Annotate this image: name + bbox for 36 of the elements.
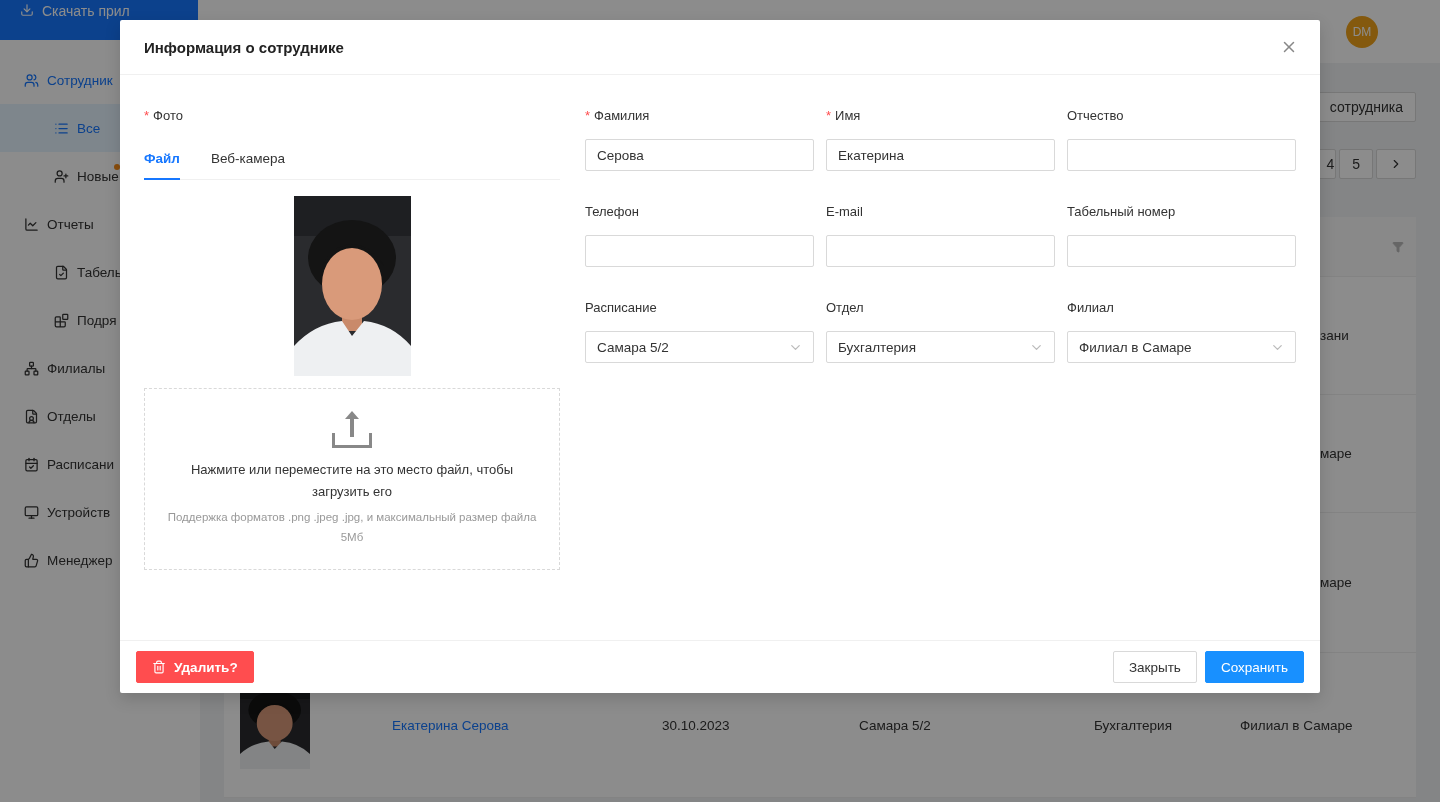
input-field[interactable]: Серова [585, 139, 814, 171]
delete-button[interactable]: Удалить? [136, 651, 254, 683]
select-field[interactable]: Филиал в Самаре [1067, 331, 1296, 363]
select-field[interactable]: Самара 5/2 [585, 331, 814, 363]
table-cell-text: Самара 5/2 [859, 717, 932, 733]
table-cell-text: Бухгалтерия [1094, 717, 1173, 733]
sidebar-item[interactable]: Подря [0, 296, 200, 344]
table-cell-text: зани [1319, 328, 1350, 343]
field-label: Табельный номер [1067, 202, 1177, 221]
tab[interactable]: Веб-камера [210, 139, 285, 180]
field-label: * Фамилия [585, 106, 651, 125]
field-label: * Имя [826, 106, 862, 125]
field-label: * Фото [144, 106, 184, 125]
field-label: E-mail [826, 202, 864, 221]
table-cell-text: 30.10.2023 [662, 717, 731, 733]
upload-instructions: Нажмите или переместите на это место файл, чтобы загрузить его [189, 461, 515, 501]
field-label: Отдел [826, 298, 865, 317]
upload-dropzone[interactable]: Нажмите или переместите на это место файл, чтобы загрузить его Поддержка форматов .png .jpeg .jpg, и максимальный размер файла 5Мб [144, 388, 560, 570]
field-label: Телефон [585, 202, 640, 221]
page-button[interactable]: 5 [1339, 149, 1373, 179]
employee-name-link[interactable]: Екатерина Серова [392, 717, 662, 733]
field-label: Расписание [585, 298, 658, 317]
save-button[interactable]: Сохранить [1204, 651, 1304, 683]
dialog-title: Информация о сотруднике [144, 38, 344, 56]
tab[interactable]: Файл [144, 139, 180, 180]
field-label: Отчество [1067, 106, 1125, 125]
sidebar-item[interactable]: Отчеты [0, 200, 200, 248]
field-label: Филиал [1067, 298, 1115, 317]
input-field[interactable]: Екатерина [826, 139, 1055, 171]
sidebar-item[interactable]: Табель [0, 248, 200, 296]
table-cell-text: маре [1319, 575, 1353, 590]
table-cell-text: маре [1319, 446, 1353, 461]
table-cell-text: Филиал в Самаре [1240, 717, 1354, 733]
sidebar-item[interactable]: Сотрудник [0, 56, 200, 104]
close-dialog-button[interactable]: Закрыть [1112, 651, 1197, 683]
select-field[interactable]: Бухгалтерия [826, 331, 1055, 363]
